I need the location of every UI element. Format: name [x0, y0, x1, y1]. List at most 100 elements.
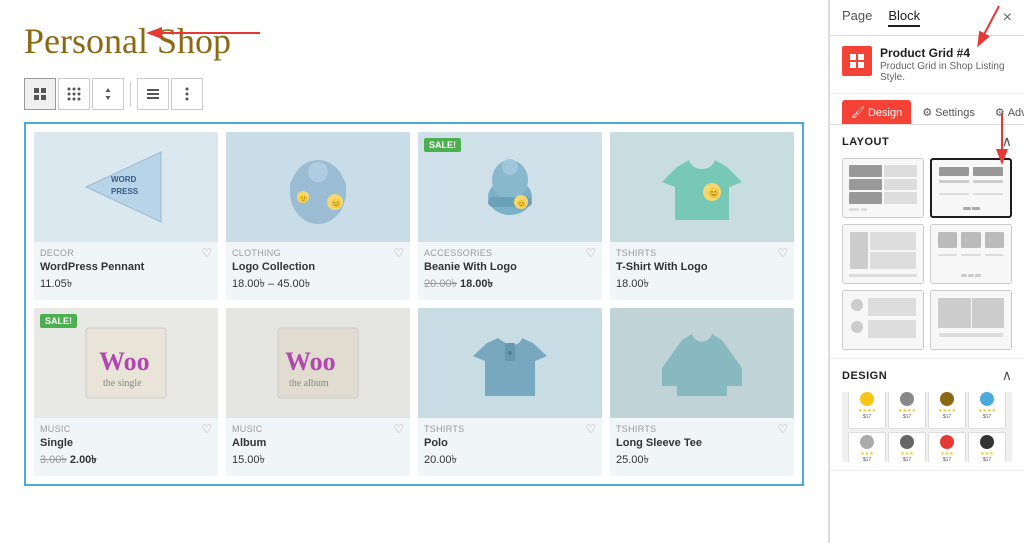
tab-design[interactable]: 🖌 Design: [842, 100, 911, 124]
product-grid: WORD PRESS DECOR♡WordPress Pennant11.05৳…: [34, 132, 794, 476]
layout-option-2[interactable]: [930, 158, 1012, 218]
main-content: Personal Shop WORD PRESS DECOR♡WordPress…: [0, 0, 828, 543]
design-row-1: ★★★★ $17 ★★★★ $17 ★★★★ $17: [845, 392, 1009, 429]
section-header-layout: Layout ∧: [842, 133, 1012, 150]
tab-settings[interactable]: ⚙ Settings: [913, 100, 984, 124]
design-toggle-btn[interactable]: ∧: [1002, 367, 1012, 384]
design-product-4: ★★★★ $17: [968, 392, 1006, 429]
product-name-6: Album: [232, 437, 404, 449]
layout-option-5[interactable]: [842, 290, 924, 350]
price-6: $17: [903, 457, 911, 463]
product-name-1: WordPress Pennant: [40, 261, 212, 273]
product-card-2[interactable]: 😊 🙂 CLOTHING♡Logo Collection18.00৳ – 45.…: [226, 132, 410, 300]
product-card-3[interactable]: SALE! 😊 ACCESSORIES♡Beanie With Logo20.0…: [418, 132, 602, 300]
wishlist-btn-7[interactable]: ♡: [585, 422, 596, 436]
product-info-4: TSHIRTS♡T-Shirt With Logo18.00৳: [610, 242, 794, 300]
design-product-6: ★★★ $17: [888, 432, 926, 463]
toolbar-grid-btn[interactable]: [58, 78, 90, 110]
price-5: $17: [863, 457, 871, 463]
product-name-5: Single: [40, 437, 212, 449]
product-card-8[interactable]: TSHIRTS♡Long Sleeve Tee25.00৳: [610, 308, 794, 476]
product-price-6: 15.00৳: [232, 451, 404, 470]
svg-text:the album: the album: [289, 378, 329, 389]
wishlist-btn-1[interactable]: ♡: [201, 246, 212, 260]
toolbar: [24, 78, 804, 110]
design-product-3: ★★★★ $17: [928, 392, 966, 429]
advanced-icon: ⚙: [995, 106, 1005, 119]
toolbar-align-btn[interactable]: [137, 78, 169, 110]
block-icon: [842, 46, 872, 76]
product-name-2: Logo Collection: [232, 261, 404, 273]
toolbar-updown-btn[interactable]: [92, 78, 124, 110]
price-7: $17: [943, 457, 951, 463]
design-section-title: Design: [842, 370, 887, 382]
wishlist-btn-3[interactable]: ♡: [585, 246, 596, 260]
svg-text:🙂: 🙂: [299, 194, 308, 203]
wishlist-btn-5[interactable]: ♡: [201, 422, 212, 436]
layout-toggle-btn[interactable]: ∧: [1002, 133, 1012, 150]
layout-section: Layout ∧: [830, 125, 1024, 359]
product-price-7: 20.00৳: [424, 451, 596, 470]
design-row-2: ★★★ $17 ★★★ $17 ★★★ $17: [845, 432, 1009, 463]
product-image-1: WORD PRESS: [34, 132, 218, 242]
product-category-4: TSHIRTS: [616, 248, 656, 258]
product-category-3: ACCESSORIES: [424, 248, 492, 258]
design-section: Design ∧ PRODUCT GRID # ★★★★ $17 ★★★★ $1…: [830, 359, 1024, 471]
product-card-6[interactable]: Woo the album MUSIC♡Album15.00৳: [226, 308, 410, 476]
tab-page[interactable]: Page: [842, 8, 872, 27]
product-price-1: 11.05৳: [40, 275, 212, 294]
svg-text:😊: 😊: [708, 188, 719, 198]
product-info-7: TSHIRTS ♡Polo 20.00৳: [418, 418, 602, 476]
layout-option-4[interactable]: [930, 224, 1012, 284]
product-grid-wrapper: WORD PRESS DECOR♡WordPress Pennant11.05৳…: [24, 122, 804, 486]
brush-icon: 🖌: [851, 106, 865, 119]
product-price-8: 25.00৳: [616, 451, 788, 470]
layout-option-6[interactable]: [930, 290, 1012, 350]
wishlist-btn-2[interactable]: ♡: [393, 246, 404, 260]
product-info-6: MUSIC♡Album15.00৳: [226, 418, 410, 476]
product-image-4: 😊: [610, 132, 794, 242]
product-price-3: 20.00৳18.00৳: [424, 275, 596, 294]
layout-section-title: Layout: [842, 136, 889, 148]
design-product-8: ★★★ $17: [968, 432, 1006, 463]
product-card-5[interactable]: SALE! Woo the single MUSIC♡Single3.00৳2.…: [34, 308, 218, 476]
tab-advanced[interactable]: ⚙ Advanced: [986, 100, 1024, 124]
product-card-4[interactable]: 😊 TSHIRTS♡T-Shirt With Logo18.00৳: [610, 132, 794, 300]
wishlist-btn-6[interactable]: ♡: [393, 422, 404, 436]
price-3: $17: [943, 414, 951, 420]
product-name-4: T-Shirt With Logo: [616, 261, 788, 273]
price-1: $17: [863, 414, 871, 420]
layout-grid: [842, 158, 1012, 350]
layout-option-3[interactable]: [842, 224, 924, 284]
product-category-7: TSHIRTS: [424, 424, 464, 434]
block-info: Product Grid #4 Product Grid in Shop Lis…: [830, 36, 1024, 94]
product-name-7: Polo: [424, 437, 596, 449]
right-panel: Page Block × Product Grid #4 Product Gri…: [829, 0, 1024, 543]
wishlist-btn-8[interactable]: ♡: [777, 422, 788, 436]
original-price-3: 20.00৳: [424, 278, 457, 290]
layout-option-1[interactable]: [842, 158, 924, 218]
sale-price-3: 18.00৳: [460, 278, 493, 290]
product-info-8: TSHIRTS♡Long Sleeve Tee25.00৳: [610, 418, 794, 476]
product-name-8: Long Sleeve Tee: [616, 437, 788, 449]
sale-badge-3: SALE!: [424, 138, 461, 152]
section-header-design: Design ∧: [842, 367, 1012, 384]
product-category-1: DECOR: [40, 248, 74, 258]
toolbar-list-btn[interactable]: [24, 78, 56, 110]
svg-text:Woo: Woo: [285, 347, 336, 376]
product-card-1[interactable]: WORD PRESS DECOR ♡WordPress Pennant 11.05৳: [34, 132, 218, 300]
block-subtitle: Product Grid in Shop Listing Style.: [880, 61, 1012, 83]
tab-block[interactable]: Block: [888, 8, 920, 27]
panel-tabs: Page Block: [842, 8, 920, 27]
product-image-6: Woo the album: [226, 308, 410, 418]
svg-text:the single: the single: [103, 378, 142, 389]
product-card-7[interactable]: TSHIRTS ♡Polo 20.00৳: [418, 308, 602, 476]
product-image-3: SALE! 😊: [418, 132, 602, 242]
product-image-7: [418, 308, 602, 418]
design-product-7: ★★★ $17: [928, 432, 966, 463]
toolbar-more-btn[interactable]: [171, 78, 203, 110]
product-info-1: DECOR ♡WordPress Pennant 11.05৳: [34, 242, 218, 300]
original-price-5: 3.00৳: [40, 454, 67, 466]
wishlist-btn-4[interactable]: ♡: [777, 246, 788, 260]
svg-text:😊: 😊: [331, 199, 341, 208]
